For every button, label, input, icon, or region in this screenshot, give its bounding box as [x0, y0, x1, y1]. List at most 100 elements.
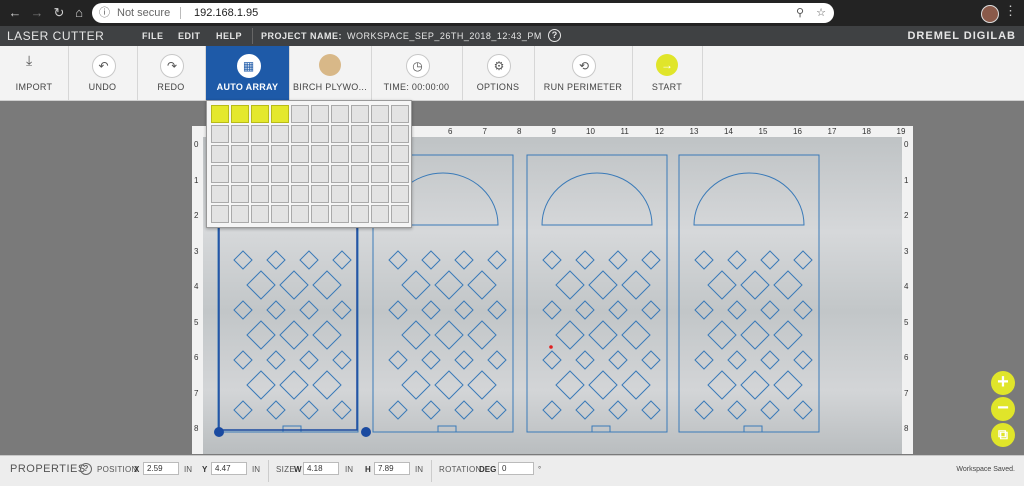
array-cell[interactable]	[251, 125, 269, 143]
import-icon: ⤓	[26, 52, 33, 68]
search-icon[interactable]: ⚲	[796, 3, 804, 23]
array-cell[interactable]	[271, 205, 289, 223]
array-cell[interactable]	[331, 165, 349, 183]
zoom-in-button[interactable]: +	[991, 371, 1015, 395]
array-cell[interactable]	[211, 125, 229, 143]
array-cell[interactable]	[331, 125, 349, 143]
array-cell[interactable]	[271, 145, 289, 163]
array-cell[interactable]	[311, 165, 329, 183]
array-cell[interactable]	[231, 105, 249, 123]
array-cell[interactable]	[231, 165, 249, 183]
array-cell[interactable]	[271, 105, 289, 123]
array-cell[interactable]	[211, 205, 229, 223]
array-cell[interactable]	[311, 205, 329, 223]
position-x-input[interactable]	[143, 462, 179, 475]
array-cell[interactable]	[331, 105, 349, 123]
menu-edit[interactable]: EDIT	[178, 31, 201, 41]
array-cell[interactable]	[291, 185, 309, 203]
redo-button[interactable]: ↷ REDO	[137, 46, 206, 100]
array-cell[interactable]	[391, 185, 409, 203]
array-cell[interactable]	[391, 145, 409, 163]
run-perimeter-label: RUN PERIMETER	[543, 82, 623, 92]
help-icon[interactable]: ?	[548, 29, 561, 42]
array-cell[interactable]	[311, 105, 329, 123]
array-cell[interactable]	[211, 185, 229, 203]
array-cell[interactable]	[211, 105, 229, 123]
array-cell[interactable]	[371, 105, 389, 123]
array-cell[interactable]	[351, 105, 369, 123]
array-cell[interactable]	[311, 125, 329, 143]
array-cell[interactable]	[371, 165, 389, 183]
array-cell[interactable]	[291, 165, 309, 183]
info-icon[interactable]: ⓘ	[99, 3, 110, 23]
import-button[interactable]: ⤓ IMPORT	[0, 46, 69, 100]
auto-array-button[interactable]: ▦ AUTO ARRAY	[206, 46, 290, 100]
properties-help-icon[interactable]: ?	[80, 463, 92, 475]
array-cell[interactable]	[211, 145, 229, 163]
array-cell[interactable]	[251, 205, 269, 223]
array-cell[interactable]	[211, 165, 229, 183]
array-cell[interactable]	[311, 185, 329, 203]
array-cell[interactable]	[271, 165, 289, 183]
run-perimeter-button[interactable]: ⟲ RUN PERIMETER	[534, 46, 633, 100]
address-bar[interactable]: ⓘ Not secure 192.168.1.95 ⚲ ☆	[92, 3, 834, 23]
ruler-top-label: 16	[793, 127, 802, 136]
array-cell[interactable]	[271, 125, 289, 143]
array-cell[interactable]	[391, 165, 409, 183]
back-icon[interactable]: ←	[6, 4, 24, 22]
array-cell[interactable]	[231, 145, 249, 163]
array-cell[interactable]	[291, 205, 309, 223]
start-button[interactable]: → START	[632, 46, 703, 100]
array-cell[interactable]	[351, 205, 369, 223]
url-text[interactable]: 192.168.1.95	[194, 3, 258, 23]
array-cell[interactable]	[231, 125, 249, 143]
array-cell[interactable]	[291, 145, 309, 163]
array-cell[interactable]	[291, 125, 309, 143]
array-cell[interactable]	[311, 145, 329, 163]
design-diamond	[542, 300, 562, 320]
rotation-input[interactable]	[498, 462, 534, 475]
material-button[interactable]: BIRCH PLYWO...	[289, 46, 372, 100]
array-cell[interactable]	[371, 145, 389, 163]
profile-avatar[interactable]	[981, 5, 999, 23]
array-cell[interactable]	[331, 145, 349, 163]
array-cell[interactable]	[391, 105, 409, 123]
array-cell[interactable]	[251, 105, 269, 123]
array-cell[interactable]	[371, 205, 389, 223]
zoom-out-button[interactable]: −	[991, 397, 1015, 421]
menu-file[interactable]: FILE	[142, 31, 164, 41]
home-icon[interactable]: ⌂	[70, 4, 88, 22]
options-button[interactable]: ⚙ OPTIONS	[462, 46, 535, 100]
array-cell[interactable]	[331, 205, 349, 223]
array-cell[interactable]	[391, 125, 409, 143]
array-cell[interactable]	[251, 145, 269, 163]
design-diamond	[467, 370, 497, 400]
y-label: Y	[202, 465, 208, 474]
array-cell[interactable]	[371, 125, 389, 143]
array-cell[interactable]	[251, 165, 269, 183]
array-cell[interactable]	[371, 185, 389, 203]
forward-icon[interactable]: →	[28, 4, 46, 22]
array-cell[interactable]	[351, 125, 369, 143]
array-cell[interactable]	[351, 165, 369, 183]
array-cell[interactable]	[351, 145, 369, 163]
array-cell[interactable]	[351, 185, 369, 203]
array-cell[interactable]	[391, 205, 409, 223]
menu-help[interactable]: HELP	[216, 31, 242, 41]
array-cell[interactable]	[251, 185, 269, 203]
fit-view-button[interactable]: ⧉	[991, 423, 1015, 447]
reload-icon[interactable]: ↻	[50, 4, 68, 22]
array-cell[interactable]	[271, 185, 289, 203]
array-cell[interactable]	[231, 185, 249, 203]
size-h-input[interactable]	[374, 462, 410, 475]
design-diamond	[773, 370, 803, 400]
undo-button[interactable]: ↶ UNDO	[68, 46, 138, 100]
array-cell[interactable]	[331, 185, 349, 203]
bookmark-star-icon[interactable]: ☆	[816, 3, 826, 23]
array-cell[interactable]	[231, 205, 249, 223]
array-cell[interactable]	[291, 105, 309, 123]
browser-menu-icon[interactable]: ⋮	[1004, 3, 1017, 19]
position-y-input[interactable]	[211, 462, 247, 475]
size-w-input[interactable]	[303, 462, 339, 475]
project-name[interactable]: WORKSPACE_SEP_26TH_2018_12:43_PM	[347, 31, 542, 41]
